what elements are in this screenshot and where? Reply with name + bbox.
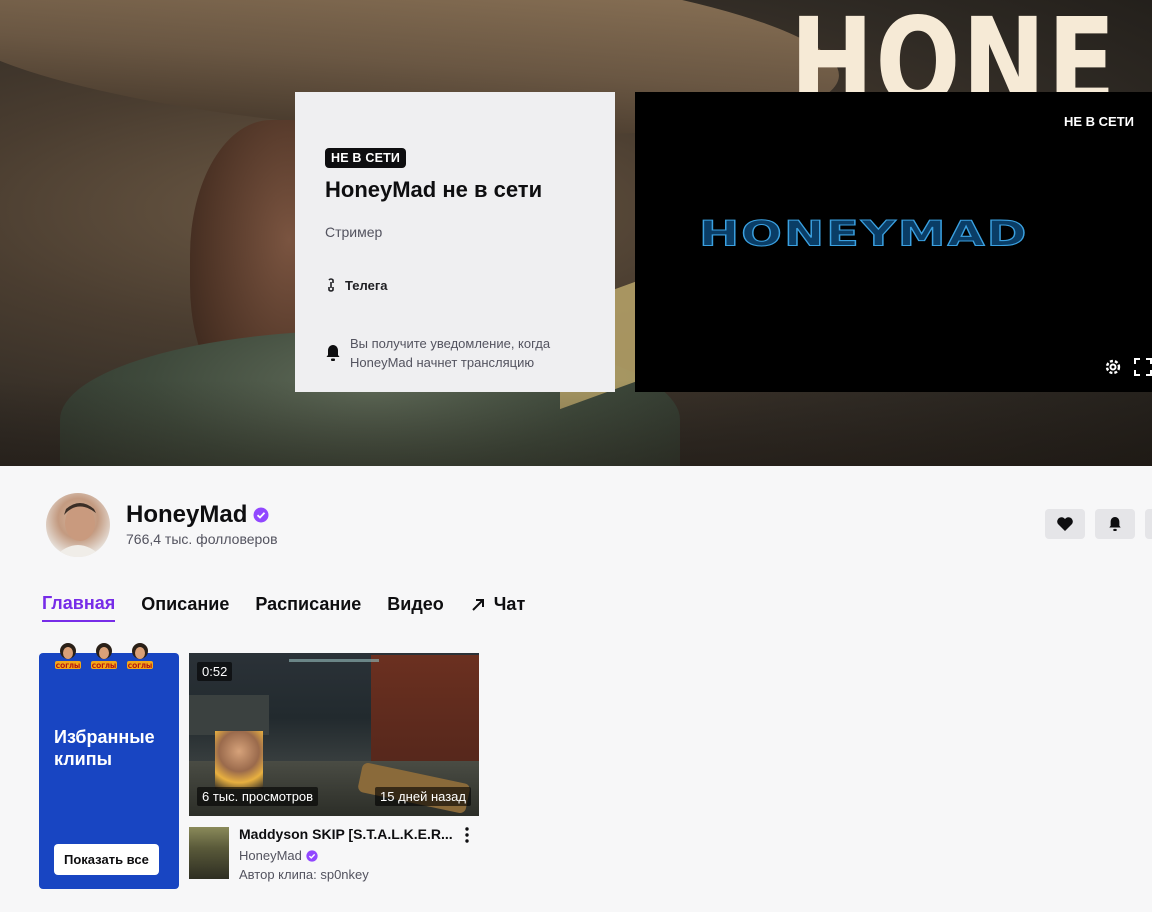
svg-text:СОГЛЫ: СОГЛЫ: [128, 663, 153, 670]
player-logo: HONEYMAD: [698, 213, 1029, 255]
heart-icon: [1057, 517, 1073, 531]
tab-chat[interactable]: Чат: [470, 593, 525, 622]
emote-icon: СОГЛЫ: [91, 643, 117, 670]
clip-channel[interactable]: HoneyMad: [239, 848, 318, 863]
notify-text: Вы получите уведомление, когда HoneyMad …: [350, 336, 551, 370]
follow-button[interactable]: [1045, 509, 1085, 539]
fullscreen-icon[interactable]: [1132, 356, 1152, 378]
tab-home[interactable]: Главная: [42, 593, 116, 622]
bell-icon: [326, 345, 340, 361]
channel-avatar[interactable]: [46, 493, 110, 557]
offline-title: HoneyMad не в сети: [325, 177, 543, 202]
clip-title[interactable]: Maddyson SKIP [S.T.A.L.K.E.R...: [239, 826, 455, 842]
verified-icon: [253, 507, 269, 523]
svg-text:СОГЛЫ: СОГЛЫ: [92, 663, 117, 670]
clip-duration: 0:52: [197, 662, 233, 681]
clip-views: 6 тыс. просмотров: [197, 787, 319, 806]
tab-about-label: Описание: [141, 594, 230, 614]
telegram-link-label: Телега: [345, 277, 388, 293]
emote-icon: СОГЛЫ: [55, 643, 81, 670]
clip-author[interactable]: Автор клипа: sp0nkey: [239, 867, 369, 882]
featured-clips-title: Избранные клипы: [54, 727, 155, 769]
clip-age: 15 дней назад: [375, 787, 471, 806]
tab-videos-label: Видео: [387, 594, 444, 614]
banner-shade: [0, 380, 1152, 466]
followers-count: 766,4 тыс. фолловеров: [126, 531, 278, 547]
tab-schedule-label: Расписание: [255, 594, 362, 614]
show-all-button[interactable]: Показать все: [54, 844, 159, 875]
featured-clips-card[interactable]: СОГЛЫ СОГЛЫ СОГЛЫ Избранные клипы Показа…: [39, 643, 179, 889]
video-player[interactable]: НЕ В СЕТИ HONEYMAD: [635, 92, 1152, 392]
verified-icon: [306, 849, 318, 862]
notify-info: Вы получите уведомление, когда HoneyMad …: [325, 334, 600, 372]
player-status: НЕ В СЕТИ: [1063, 114, 1134, 129]
telegram-link[interactable]: Телега: [325, 277, 388, 293]
arrow-up-right-icon: [472, 598, 484, 611]
thumb-webcam: [215, 731, 263, 789]
bell-icon: [1109, 517, 1121, 531]
more-options-icon[interactable]: [461, 826, 473, 844]
tab-schedule[interactable]: Расписание: [255, 593, 361, 622]
channel-role: Стример: [325, 224, 383, 240]
thumb-hud: [289, 659, 379, 662]
tab-videos[interactable]: Видео: [387, 593, 444, 622]
settings-icon[interactable]: [1102, 356, 1124, 378]
avatar-image: [54, 503, 102, 557]
channel-banner: HONE НЕ В СЕТИ HoneyMad не в сети Стриме…: [0, 0, 1152, 466]
thumb-truck: [189, 695, 269, 735]
tab-home-label: Главная: [42, 593, 116, 613]
notifications-button[interactable]: [1095, 509, 1135, 539]
channel-name[interactable]: HoneyMad: [126, 501, 269, 529]
channel-tabs: Главная Описание Расписание Видео Чат: [42, 593, 525, 622]
offline-card: НЕ В СЕТИ HoneyMad не в сети Стример Тел…: [295, 92, 615, 392]
clip-channel-name: HoneyMad: [239, 848, 302, 863]
tab-about[interactable]: Описание: [141, 593, 229, 622]
tab-chat-label: Чат: [493, 594, 526, 614]
svg-text:СОГЛЫ: СОГЛЫ: [56, 663, 81, 670]
channel-name-text: HoneyMad: [126, 501, 248, 528]
game-box-art[interactable]: [189, 827, 229, 879]
emote-icon: СОГЛЫ: [127, 643, 153, 670]
offline-badge: НЕ В СЕТИ: [325, 148, 407, 168]
more-button[interactable]: [1145, 509, 1152, 539]
link-icon: [328, 278, 334, 292]
clip-thumbnail[interactable]: 0:52 6 тыс. просмотров 15 дней назад: [189, 653, 479, 816]
